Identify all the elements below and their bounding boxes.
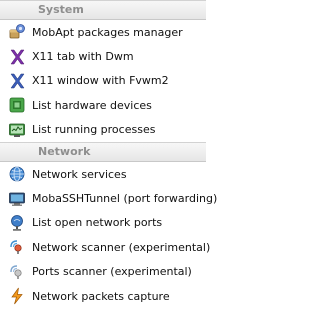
section-header-system: System bbox=[0, 0, 206, 20]
menu-item-x11-dwm[interactable]: X11 tab with Dwm bbox=[0, 44, 206, 68]
network-services-icon bbox=[8, 165, 26, 183]
menu-item-label: X11 tab with Dwm bbox=[32, 50, 134, 64]
network-ports-icon bbox=[8, 214, 26, 232]
menu-item-label: MobApt packages manager bbox=[32, 25, 183, 39]
menu-item-open-network-ports[interactable]: List open network ports bbox=[0, 211, 206, 235]
menu-item-running-processes[interactable]: List running processes bbox=[0, 118, 206, 142]
menu-item-label: MobaSSHTunnel (port forwarding) bbox=[32, 192, 218, 206]
ssh-tunnel-icon bbox=[8, 190, 26, 208]
menu-item-network-scanner[interactable]: Network scanner (experimental) bbox=[0, 235, 210, 259]
menu-item-mobasshtunnel[interactable]: MobaSSHTunnel (port forwarding) bbox=[0, 186, 217, 210]
menu-item-ports-scanner[interactable]: Ports scanner (experimental) bbox=[0, 260, 206, 284]
ports-scanner-icon bbox=[8, 263, 26, 281]
packets-capture-icon bbox=[8, 287, 26, 305]
menu-item-hardware-devices[interactable]: List hardware devices bbox=[0, 93, 206, 117]
menu-item-label: List open network ports bbox=[32, 216, 163, 230]
menu-item-label: List hardware devices bbox=[32, 98, 152, 112]
x11-dwm-icon bbox=[8, 48, 26, 66]
menu-item-network-services[interactable]: Network services bbox=[0, 162, 206, 186]
hardware-devices-icon bbox=[8, 96, 26, 114]
menu-item-label: Network scanner (experimental) bbox=[32, 240, 211, 254]
x11-fvwm2-icon bbox=[8, 72, 26, 90]
menu-item-label: List running processes bbox=[32, 123, 156, 137]
section-header-network: Network bbox=[0, 141, 206, 162]
network-scanner-icon bbox=[8, 238, 26, 256]
running-processes-icon bbox=[8, 121, 26, 139]
menu-item-packets-capture[interactable]: Network packets capture bbox=[0, 284, 206, 308]
menu-item-label: Ports scanner (experimental) bbox=[32, 265, 192, 279]
menu-item-mobapt[interactable]: MobApt packages manager bbox=[0, 20, 206, 44]
package-manager-icon bbox=[8, 23, 26, 41]
tools-panel: System MobApt packages manager X11 tab w… bbox=[0, 0, 217, 310]
menu-item-label: X11 window with Fvwm2 bbox=[32, 74, 169, 88]
menu-item-x11-fvwm2[interactable]: X11 window with Fvwm2 bbox=[0, 69, 206, 93]
menu-item-label: Network services bbox=[32, 167, 127, 181]
menu-item-label: Network packets capture bbox=[32, 289, 170, 303]
